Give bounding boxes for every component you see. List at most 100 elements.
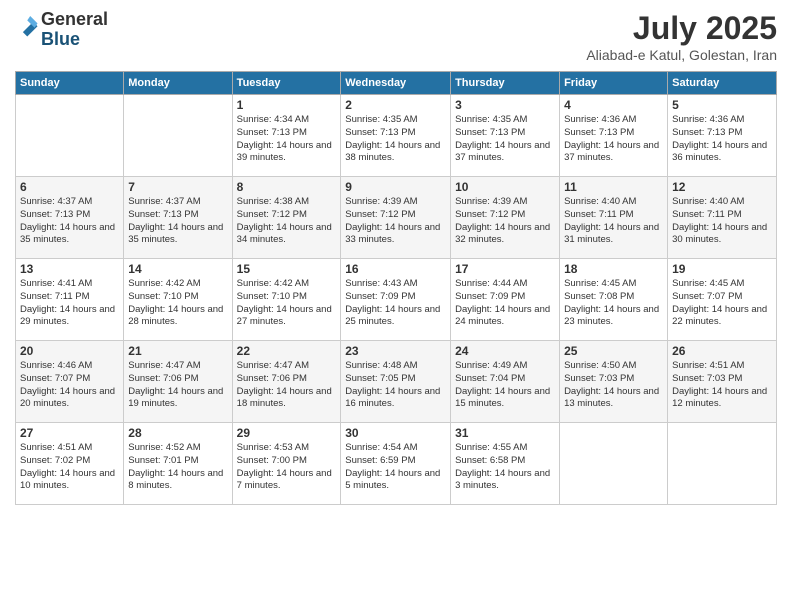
day-number: 4 [564, 98, 663, 112]
day-info: Sunrise: 4:52 AMSunset: 7:01 PMDaylight:… [128, 442, 227, 493]
calendar-cell: 8 Sunrise: 4:38 AMSunset: 7:12 PMDayligh… [232, 177, 341, 259]
day-number: 22 [237, 344, 337, 358]
day-number: 23 [345, 344, 446, 358]
calendar-cell: 9 Sunrise: 4:39 AMSunset: 7:12 PMDayligh… [341, 177, 451, 259]
day-info: Sunrise: 4:51 AMSunset: 7:02 PMDaylight:… [20, 442, 119, 493]
calendar-week-1: 1 Sunrise: 4:34 AMSunset: 7:13 PMDayligh… [16, 95, 777, 177]
calendar-cell: 11 Sunrise: 4:40 AMSunset: 7:11 PMDaylig… [560, 177, 668, 259]
day-number: 8 [237, 180, 337, 194]
day-info: Sunrise: 4:42 AMSunset: 7:10 PMDaylight:… [237, 278, 337, 329]
calendar-cell: 2 Sunrise: 4:35 AMSunset: 7:13 PMDayligh… [341, 95, 451, 177]
logo-general-text: General [41, 9, 108, 29]
calendar-week-5: 27 Sunrise: 4:51 AMSunset: 7:02 PMDaylig… [16, 423, 777, 505]
day-number: 7 [128, 180, 227, 194]
day-info: Sunrise: 4:47 AMSunset: 7:06 PMDaylight:… [237, 360, 337, 411]
day-number: 9 [345, 180, 446, 194]
calendar-week-3: 13 Sunrise: 4:41 AMSunset: 7:11 PMDaylig… [16, 259, 777, 341]
calendar-cell: 22 Sunrise: 4:47 AMSunset: 7:06 PMDaylig… [232, 341, 341, 423]
calendar-cell: 19 Sunrise: 4:45 AMSunset: 7:07 PMDaylig… [668, 259, 777, 341]
day-info: Sunrise: 4:39 AMSunset: 7:12 PMDaylight:… [345, 196, 446, 247]
day-number: 10 [455, 180, 555, 194]
day-info: Sunrise: 4:53 AMSunset: 7:00 PMDaylight:… [237, 442, 337, 493]
calendar-cell [560, 423, 668, 505]
calendar-cell: 14 Sunrise: 4:42 AMSunset: 7:10 PMDaylig… [124, 259, 232, 341]
calendar-cell: 5 Sunrise: 4:36 AMSunset: 7:13 PMDayligh… [668, 95, 777, 177]
day-number: 13 [20, 262, 119, 276]
header-tuesday: Tuesday [232, 72, 341, 95]
day-info: Sunrise: 4:46 AMSunset: 7:07 PMDaylight:… [20, 360, 119, 411]
header-wednesday: Wednesday [341, 72, 451, 95]
day-number: 25 [564, 344, 663, 358]
day-number: 11 [564, 180, 663, 194]
calendar-cell: 26 Sunrise: 4:51 AMSunset: 7:03 PMDaylig… [668, 341, 777, 423]
calendar-cell: 6 Sunrise: 4:37 AMSunset: 7:13 PMDayligh… [16, 177, 124, 259]
day-info: Sunrise: 4:35 AMSunset: 7:13 PMDaylight:… [455, 114, 555, 165]
calendar-week-2: 6 Sunrise: 4:37 AMSunset: 7:13 PMDayligh… [16, 177, 777, 259]
day-number: 29 [237, 426, 337, 440]
day-number: 6 [20, 180, 119, 194]
calendar-cell: 17 Sunrise: 4:44 AMSunset: 7:09 PMDaylig… [451, 259, 560, 341]
day-info: Sunrise: 4:42 AMSunset: 7:10 PMDaylight:… [128, 278, 227, 329]
header: General Blue July 2025 Aliabad-e Katul, … [15, 10, 777, 63]
calendar-week-4: 20 Sunrise: 4:46 AMSunset: 7:07 PMDaylig… [16, 341, 777, 423]
day-info: Sunrise: 4:40 AMSunset: 7:11 PMDaylight:… [564, 196, 663, 247]
header-monday: Monday [124, 72, 232, 95]
header-saturday: Saturday [668, 72, 777, 95]
day-info: Sunrise: 4:36 AMSunset: 7:13 PMDaylight:… [672, 114, 772, 165]
calendar-cell: 1 Sunrise: 4:34 AMSunset: 7:13 PMDayligh… [232, 95, 341, 177]
day-number: 28 [128, 426, 227, 440]
calendar-cell: 12 Sunrise: 4:40 AMSunset: 7:11 PMDaylig… [668, 177, 777, 259]
calendar-cell: 13 Sunrise: 4:41 AMSunset: 7:11 PMDaylig… [16, 259, 124, 341]
calendar-cell: 4 Sunrise: 4:36 AMSunset: 7:13 PMDayligh… [560, 95, 668, 177]
header-friday: Friday [560, 72, 668, 95]
day-number: 2 [345, 98, 446, 112]
calendar-cell: 28 Sunrise: 4:52 AMSunset: 7:01 PMDaylig… [124, 423, 232, 505]
calendar-cell: 16 Sunrise: 4:43 AMSunset: 7:09 PMDaylig… [341, 259, 451, 341]
calendar-cell: 3 Sunrise: 4:35 AMSunset: 7:13 PMDayligh… [451, 95, 560, 177]
calendar-cell: 23 Sunrise: 4:48 AMSunset: 7:05 PMDaylig… [341, 341, 451, 423]
day-info: Sunrise: 4:45 AMSunset: 7:08 PMDaylight:… [564, 278, 663, 329]
day-info: Sunrise: 4:37 AMSunset: 7:13 PMDaylight:… [20, 196, 119, 247]
day-number: 5 [672, 98, 772, 112]
day-number: 20 [20, 344, 119, 358]
calendar-cell: 25 Sunrise: 4:50 AMSunset: 7:03 PMDaylig… [560, 341, 668, 423]
logo-icon [17, 16, 39, 38]
calendar-cell [124, 95, 232, 177]
day-number: 18 [564, 262, 663, 276]
subtitle: Aliabad-e Katul, Golestan, Iran [586, 47, 777, 63]
day-info: Sunrise: 4:38 AMSunset: 7:12 PMDaylight:… [237, 196, 337, 247]
day-number: 24 [455, 344, 555, 358]
day-info: Sunrise: 4:54 AMSunset: 6:59 PMDaylight:… [345, 442, 446, 493]
day-info: Sunrise: 4:51 AMSunset: 7:03 PMDaylight:… [672, 360, 772, 411]
day-info: Sunrise: 4:39 AMSunset: 7:12 PMDaylight:… [455, 196, 555, 247]
calendar-cell: 10 Sunrise: 4:39 AMSunset: 7:12 PMDaylig… [451, 177, 560, 259]
calendar-header-row: Sunday Monday Tuesday Wednesday Thursday… [16, 72, 777, 95]
day-number: 1 [237, 98, 337, 112]
day-number: 19 [672, 262, 772, 276]
calendar-cell: 18 Sunrise: 4:45 AMSunset: 7:08 PMDaylig… [560, 259, 668, 341]
calendar-cell: 21 Sunrise: 4:47 AMSunset: 7:06 PMDaylig… [124, 341, 232, 423]
day-info: Sunrise: 4:47 AMSunset: 7:06 PMDaylight:… [128, 360, 227, 411]
day-info: Sunrise: 4:35 AMSunset: 7:13 PMDaylight:… [345, 114, 446, 165]
day-number: 15 [237, 262, 337, 276]
page: General Blue July 2025 Aliabad-e Katul, … [0, 0, 792, 612]
day-info: Sunrise: 4:41 AMSunset: 7:11 PMDaylight:… [20, 278, 119, 329]
day-info: Sunrise: 4:55 AMSunset: 6:58 PMDaylight:… [455, 442, 555, 493]
day-number: 26 [672, 344, 772, 358]
day-info: Sunrise: 4:34 AMSunset: 7:13 PMDaylight:… [237, 114, 337, 165]
day-number: 14 [128, 262, 227, 276]
day-info: Sunrise: 4:49 AMSunset: 7:04 PMDaylight:… [455, 360, 555, 411]
day-number: 17 [455, 262, 555, 276]
day-number: 12 [672, 180, 772, 194]
calendar-cell [16, 95, 124, 177]
day-info: Sunrise: 4:44 AMSunset: 7:09 PMDaylight:… [455, 278, 555, 329]
logo: General Blue [15, 10, 108, 50]
logo-blue-text: Blue [41, 29, 80, 49]
calendar-cell: 24 Sunrise: 4:49 AMSunset: 7:04 PMDaylig… [451, 341, 560, 423]
day-info: Sunrise: 4:45 AMSunset: 7:07 PMDaylight:… [672, 278, 772, 329]
day-number: 3 [455, 98, 555, 112]
title-block: July 2025 Aliabad-e Katul, Golestan, Ira… [586, 10, 777, 63]
day-number: 27 [20, 426, 119, 440]
calendar-cell: 31 Sunrise: 4:55 AMSunset: 6:58 PMDaylig… [451, 423, 560, 505]
main-title: July 2025 [586, 10, 777, 47]
